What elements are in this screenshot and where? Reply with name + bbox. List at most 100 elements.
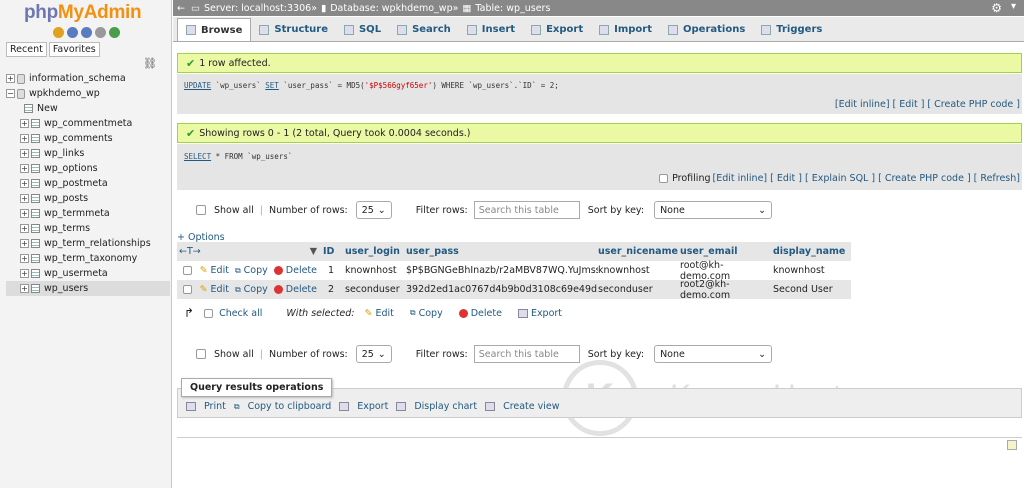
tree-item-table[interactable]: + wp_links <box>6 146 170 161</box>
rows-per-page-select[interactable]: 25 ⌄ <box>355 201 392 219</box>
display-chart-link[interactable]: Display chart <box>396 401 477 412</box>
expand-icon[interactable]: + <box>20 254 29 263</box>
copy-to-clipboard-link[interactable]: ⧉ Copy to clipboard <box>234 401 331 412</box>
tab-search[interactable]: Search <box>389 18 459 41</box>
tree-item-table[interactable]: + wp_posts <box>6 191 170 206</box>
rows-per-page-select[interactable]: 25 ⌄ <box>355 345 392 363</box>
back-arrow-icon[interactable]: ← <box>177 3 185 14</box>
tree-item-table-selected[interactable]: + wp_users <box>6 281 170 296</box>
column-header[interactable]: user_login <box>345 246 406 257</box>
tree-item-new[interactable]: New <box>6 101 170 116</box>
tree-item-wpkhdemo-wp[interactable]: − wpkhdemo_wp <box>6 86 170 101</box>
column-resize-arrows-icon[interactable]: ←T→ <box>179 246 201 257</box>
expand-icon[interactable]: + <box>20 179 29 188</box>
console-toggle-icon[interactable] <box>1007 440 1017 450</box>
column-header[interactable]: display_name <box>773 246 851 257</box>
cell-user-login[interactable]: seconduser <box>345 284 406 295</box>
tree-item-information-schema[interactable]: + information_schema <box>6 71 170 86</box>
profiling-checkbox[interactable] <box>659 174 669 183</box>
tab-export[interactable]: Export <box>523 18 591 41</box>
tree-item-table[interactable]: + wp_options <box>6 161 170 176</box>
export-link[interactable]: Export <box>339 401 388 412</box>
cell-user-login[interactable]: knownhost <box>345 265 406 276</box>
show-all-checkbox[interactable] <box>196 205 206 215</box>
expand-icon[interactable]: + <box>20 239 29 248</box>
favorites-tab[interactable]: Favorites <box>48 42 100 57</box>
cell-user-pass[interactable]: $P$BGNGeBhInazb/r2aMBV87WQ.YuJmss1 <box>406 265 598 276</box>
print-link[interactable]: Print <box>186 401 226 412</box>
tree-item-table[interactable]: + wp_terms <box>6 221 170 236</box>
tree-item-table[interactable]: + wp_comments <box>6 131 170 146</box>
bulk-copy-button[interactable]: ⧉ Copy <box>410 308 443 319</box>
bulk-export-button[interactable]: Export <box>517 308 562 319</box>
row-delete-button[interactable]: Delete <box>273 284 317 295</box>
tree-item-table[interactable]: + wp_postmeta <box>6 176 170 191</box>
row-checkbox[interactable] <box>183 266 192 275</box>
row-copy-button[interactable]: ⧉ Copy <box>235 284 268 295</box>
home-icon[interactable] <box>53 27 64 38</box>
cell-display-name[interactable]: Second User <box>773 284 851 295</box>
expand-icon[interactable]: + <box>20 269 29 278</box>
breadcrumb-table[interactable]: Table: wp_users <box>475 3 550 14</box>
column-header[interactable]: user_nicename <box>598 246 680 257</box>
bulk-delete-button[interactable]: Delete <box>458 308 502 319</box>
row-edit-button[interactable]: ✎ Edit <box>200 284 229 295</box>
tree-item-table[interactable]: + wp_termmeta <box>6 206 170 221</box>
column-header[interactable]: ID <box>323 246 345 257</box>
cell-display-name[interactable]: knownhost <box>773 265 851 276</box>
tree-item-table[interactable]: + wp_usermeta <box>6 266 170 281</box>
column-header[interactable]: user_email <box>680 246 773 257</box>
sort-by-key-select[interactable]: None ⌄ <box>654 201 773 219</box>
expand-icon[interactable]: + <box>20 284 29 293</box>
reload-icon[interactable] <box>109 27 120 38</box>
tab-insert[interactable]: Insert <box>459 18 523 41</box>
tab-operations[interactable]: Operations <box>660 18 753 41</box>
cell-user-nicename[interactable]: knownhost <box>598 265 680 276</box>
expand-icon[interactable]: + <box>20 209 29 218</box>
tree-item-table[interactable]: + wp_commentmeta <box>6 116 170 131</box>
cell-id[interactable]: 1 <box>323 265 345 276</box>
gear-icon[interactable]: ⚙ <box>991 1 1002 15</box>
expand-icon[interactable]: + <box>20 149 29 158</box>
tab-structure[interactable]: Structure <box>251 18 336 41</box>
breadcrumb-database[interactable]: Database: wpkhdemo_wp <box>330 3 452 14</box>
column-header[interactable]: user_pass <box>406 246 598 257</box>
recent-tab[interactable]: Recent <box>6 42 47 57</box>
row-delete-button[interactable]: Delete <box>273 265 317 276</box>
tree-item-table[interactable]: + wp_term_taxonomy <box>6 251 170 266</box>
settings-icon[interactable] <box>95 27 106 38</box>
breadcrumb-server[interactable]: Server: localhost:3306 <box>204 3 311 14</box>
cell-user-email[interactable]: root2@kh-demo.com <box>680 279 773 301</box>
bulk-edit-button[interactable]: ✎ Edit <box>365 308 394 319</box>
expand-icon[interactable]: + <box>20 224 29 233</box>
tab-import[interactable]: Import <box>591 18 660 41</box>
expand-icon[interactable]: + <box>20 119 29 128</box>
cell-id[interactable]: 2 <box>323 284 345 295</box>
expand-icon[interactable]: + <box>20 194 29 203</box>
logout-icon[interactable] <box>67 27 78 38</box>
row-checkbox[interactable] <box>183 285 192 294</box>
filter-rows-input[interactable]: Search this table <box>473 201 580 219</box>
create-view-link[interactable]: Create view <box>485 401 560 412</box>
sort-chevron-icon[interactable]: ▼ <box>310 246 317 257</box>
tree-item-table[interactable]: + wp_term_relationships <box>6 236 170 251</box>
tab-triggers[interactable]: Triggers <box>753 18 830 41</box>
expand-icon[interactable]: + <box>20 134 29 143</box>
collapse-icon[interactable]: − <box>6 89 15 98</box>
help-icon[interactable] <box>81 27 92 38</box>
tab-sql[interactable]: SQL <box>336 18 389 41</box>
row-edit-button[interactable]: ✎ Edit <box>200 265 229 276</box>
check-all-checkbox[interactable] <box>204 308 214 318</box>
row-copy-button[interactable]: ⧉ Copy <box>235 265 268 276</box>
link-with-main-panel-icon[interactable]: ⛓ <box>143 57 157 70</box>
expand-icon[interactable]: + <box>6 74 15 83</box>
tab-browse[interactable]: Browse <box>177 18 252 41</box>
cell-user-pass[interactable]: 392d2ed1ac0767d4b9b0d3108c69e49d <box>406 284 598 295</box>
show-all-checkbox[interactable] <box>196 349 206 359</box>
query-links[interactable]: [Edit inline] [ Edit ] [ Create PHP code… <box>835 99 1020 110</box>
expand-icon[interactable]: + <box>20 164 29 173</box>
phpmyadmin-logo[interactable]: phpMyAdmin <box>24 2 142 24</box>
check-all-label[interactable]: Check all <box>219 308 262 319</box>
collapse-icon[interactable]: ▾ <box>1011 1 1016 12</box>
cell-user-nicename[interactable]: seconduser <box>598 284 680 295</box>
